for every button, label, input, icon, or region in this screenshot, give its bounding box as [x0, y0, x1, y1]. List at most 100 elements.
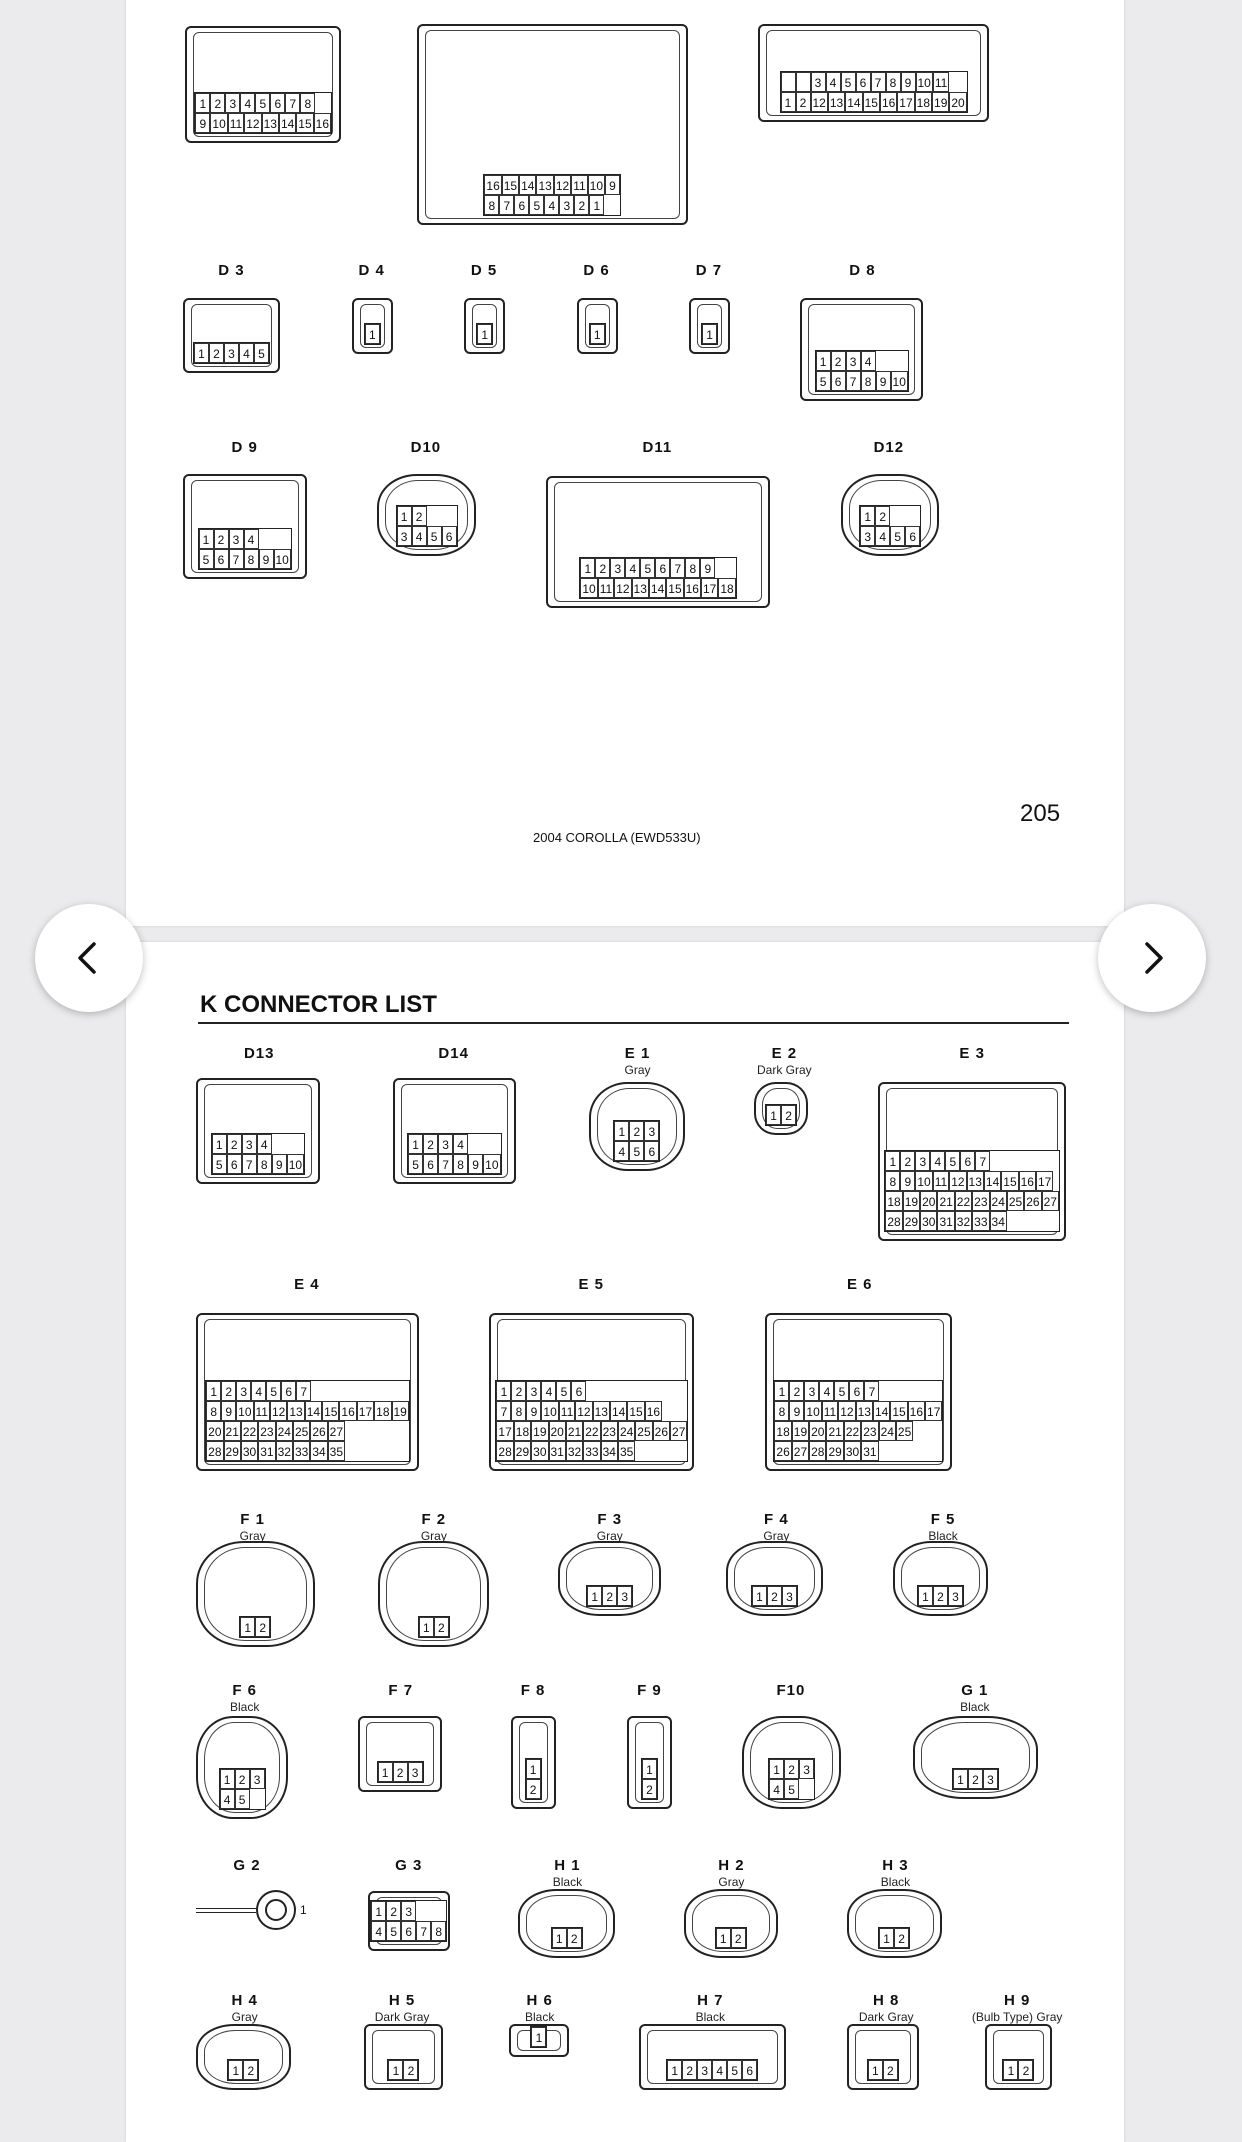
- pin: 10: [210, 112, 228, 133]
- connector-id: D10: [410, 439, 442, 457]
- pin: 11: [597, 578, 615, 599]
- pin: 14: [278, 112, 297, 133]
- connector-id: G 3: [395, 1857, 423, 1875]
- pin-grid: 12345: [768, 1758, 816, 1801]
- pin-row: 12: [388, 2059, 419, 2080]
- pin: 3: [396, 525, 412, 546]
- pin: 2: [830, 350, 846, 371]
- pin: 7: [496, 1400, 512, 1421]
- pin-row: 2: [525, 1779, 541, 1800]
- pin-row: 3456: [860, 525, 921, 546]
- pin: 3: [810, 71, 826, 92]
- pin: 13: [592, 1400, 610, 1421]
- wire: [196, 1907, 256, 1913]
- pin-row: 123456: [496, 1380, 687, 1401]
- pin-row: 17 18 19 20 21 22 23 24 25 26 27: [496, 1420, 688, 1441]
- pin: 14: [872, 1400, 891, 1421]
- pin: 2: [411, 505, 427, 526]
- pin: 12: [269, 1400, 288, 1421]
- pin: 5: [529, 194, 545, 215]
- pin: 28: [206, 1440, 224, 1461]
- connector-label: H 1 Black: [553, 1857, 582, 1889]
- pin: 4: [819, 1380, 835, 1401]
- pin: 27: [327, 1420, 346, 1441]
- connector-id: F 8: [520, 1682, 546, 1700]
- pin: 2: [226, 1133, 242, 1154]
- pin: 30: [240, 1440, 259, 1461]
- pin: 28: [885, 1210, 903, 1231]
- pin: 15: [627, 1400, 645, 1421]
- connector-id: H 6: [526, 1991, 553, 2009]
- pin: 13: [827, 91, 846, 112]
- connector-color: Gray: [763, 1528, 790, 1543]
- pin-row: 5 6 7 8 9 10: [408, 1153, 501, 1174]
- pin: 1: [769, 1759, 785, 1780]
- pin: 32: [954, 1210, 973, 1231]
- pin: 29: [223, 1440, 241, 1461]
- pin: 25: [895, 1420, 914, 1441]
- pin: 5: [890, 525, 906, 546]
- connector-h4: 12: [195, 2023, 291, 2090]
- connector-label: H 7 Black: [696, 1992, 725, 2024]
- pin: 9: [789, 1400, 805, 1421]
- connector-color: Black: [928, 1528, 958, 1543]
- pin: 1: [885, 1150, 901, 1171]
- pin: 5: [945, 1150, 961, 1171]
- pin-grid: 12345678: [370, 1899, 448, 1942]
- pin: 18: [374, 1400, 392, 1421]
- pin: 6: [441, 525, 457, 546]
- pin: 3: [559, 194, 575, 215]
- pin: 11: [932, 1170, 950, 1191]
- pin: 22: [843, 1420, 862, 1441]
- connector-color: Dark Gray: [858, 2009, 914, 2024]
- pin: 11: [558, 1400, 576, 1421]
- pin: 32: [565, 1440, 584, 1461]
- pin: 1: [496, 1380, 512, 1401]
- pin: 4: [411, 525, 427, 546]
- connector-label: D 9: [232, 439, 258, 456]
- pin-row: 7 8 9 10 11 12 13 14 15 16: [496, 1400, 687, 1421]
- pin: 15: [501, 174, 520, 195]
- previous-page-button[interactable]: [35, 904, 143, 1012]
- pin: 17: [356, 1400, 375, 1421]
- connector-h9: 12: [985, 2023, 1052, 2090]
- connector-label: F 1 Gray: [240, 1511, 266, 1543]
- pin: 2: [433, 1616, 449, 1637]
- pin: 1: [774, 1380, 790, 1401]
- pin: 3: [947, 1586, 963, 1607]
- pin: 1: [525, 1759, 541, 1780]
- pin: 3: [401, 1900, 417, 1921]
- pin: 35: [327, 1440, 346, 1461]
- pin: 15: [322, 1400, 340, 1421]
- pin: 2: [511, 1380, 527, 1401]
- pin: 2: [210, 92, 226, 113]
- connector-id: D11: [642, 439, 673, 457]
- connector-h5: 12: [363, 2023, 444, 2090]
- pin-row: 12: [766, 1104, 797, 1125]
- connector-id: H 7: [697, 1991, 724, 2009]
- pin-grid: 1 2 3 4 5 6 7 8 9 10: [210, 1132, 306, 1175]
- connector-f3: 123: [558, 1540, 662, 1617]
- connector-e4: 1 2 3 4 5 6 7 8 9 10 11 12 13 14 15 16 17 18 19 20 21 22 23 24 2…: [195, 1313, 420, 1471]
- pin: 31: [548, 1440, 566, 1461]
- page-number: 205: [1020, 800, 1061, 827]
- connector-top-c: 3 4 5 6 7 8 9 10 11 1 2 12 13 14 15 16 17 18 19 20: [757, 23, 990, 122]
- pin: 4: [371, 1920, 387, 1941]
- pin: 1: [589, 324, 605, 345]
- connector-e6: 1 2 3 4 5 6 7 8 9 10 11 12 13 14 15 16 17 18 19 20 21 22 23 24 2…: [764, 1313, 953, 1471]
- connector-id: H 1: [554, 1857, 581, 1875]
- connector-f6: 12345: [195, 1715, 289, 1819]
- pin: 2: [595, 558, 611, 579]
- pin: 2: [730, 1927, 746, 1948]
- pin-grid: 123456: [859, 504, 922, 547]
- connector-label: H 4 Gray: [232, 1992, 258, 2024]
- pin: 13: [631, 578, 649, 599]
- pin: 34: [989, 1210, 1007, 1231]
- pin-grid: 12: [524, 1758, 542, 1801]
- pin: 5: [255, 92, 271, 113]
- connector-h7: 123456: [638, 2023, 786, 2090]
- pin: 6: [213, 549, 229, 570]
- connector-color: Gray: [420, 1528, 447, 1543]
- pin: 21: [937, 1190, 955, 1211]
- next-page-button[interactable]: [1098, 904, 1206, 1012]
